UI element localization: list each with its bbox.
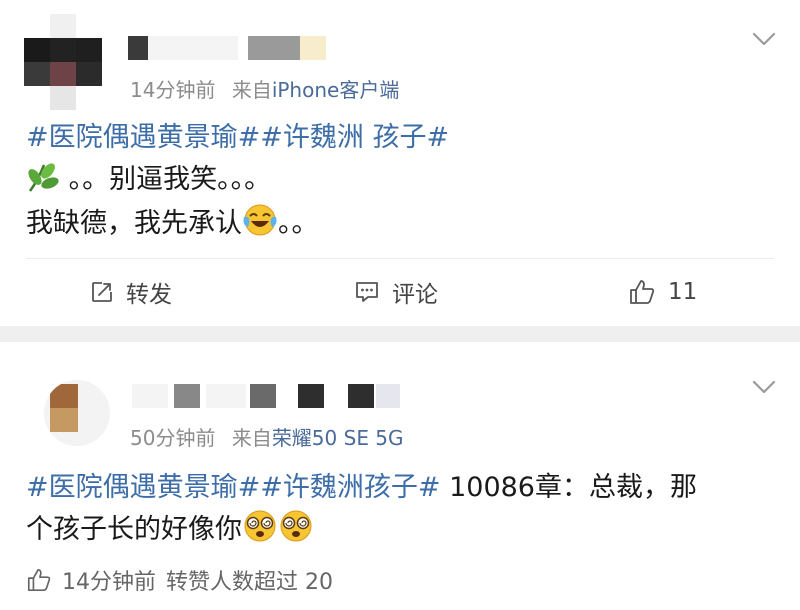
username-obscured[interactable] <box>128 36 328 62</box>
post-source[interactable]: 荣耀50 SE 5G <box>272 426 404 450</box>
post-time: 50分钟前 <box>130 426 216 450</box>
comment-button[interactable]: 评论 <box>354 276 438 308</box>
divider <box>26 258 774 259</box>
thumbs-up-icon <box>27 568 51 592</box>
post-from-label: 来自 <box>231 78 272 102</box>
hashtag-link[interactable]: #医院偶遇黄景瑜##许魏洲 孩子# <box>26 122 449 153</box>
herb-emoji <box>28 163 59 192</box>
body-text: 。。别逼我笑。。。 <box>68 164 272 195</box>
dizzy-face-emoji <box>280 510 312 542</box>
thumbs-up-icon <box>630 280 655 304</box>
like-count: 11 <box>668 279 698 305</box>
repost-label: 转发 <box>126 282 172 308</box>
likes-summary[interactable]: 14分钟前 转赞人数超过 20 <box>26 564 333 596</box>
post-meta: 50分钟前 来自荣耀50 SE 5G <box>130 422 404 451</box>
body-text: 个孩子长的好像你 <box>26 514 242 545</box>
body-text: 我缺德，我先承认 <box>26 208 242 239</box>
likes-text: 转赞人数超过 20 <box>166 570 333 595</box>
dizzy-face-emoji <box>244 510 276 542</box>
weibo-post-2: 50分钟前 来自荣耀50 SE 5G #医院偶遇黄景瑜##许魏洲孩子# 1008… <box>0 342 800 610</box>
likes-time: 14分钟前 <box>62 570 156 595</box>
avatar[interactable] <box>24 14 102 110</box>
post-body-line-1: #医院偶遇黄景瑜##许魏洲孩子# 10086章：总裁，那 <box>26 466 697 510</box>
post-from-label: 来自 <box>231 426 272 450</box>
weibo-post-1: 14分钟前 来自iPhone客户端 #医院偶遇黄景瑜##许魏洲 孩子# 。。别逼… <box>0 0 800 326</box>
repost-icon <box>92 282 112 302</box>
repost-button[interactable]: 转发 <box>90 276 172 308</box>
hashtag-link[interactable]: #医院偶遇黄景瑜##许魏洲孩子# <box>26 472 441 503</box>
comment-icon <box>356 282 378 302</box>
post-body-line-2: 我缺德，我先承认 。。 <box>26 202 319 246</box>
body-text: 。。 <box>278 208 319 239</box>
feed-separator <box>0 326 800 342</box>
chevron-down-icon[interactable] <box>752 32 776 46</box>
avatar[interactable] <box>44 380 110 446</box>
body-text: 10086章：总裁，那 <box>440 472 697 503</box>
post-body-line-2: 个孩子长的好像你 <box>26 508 314 552</box>
post-time: 14分钟前 <box>130 78 216 102</box>
username-obscured[interactable] <box>132 384 400 410</box>
chevron-down-icon[interactable] <box>752 380 776 394</box>
like-button[interactable]: 11 <box>628 276 697 308</box>
post-source[interactable]: iPhone客户端 <box>272 78 400 102</box>
post-hashtags[interactable]: #医院偶遇黄景瑜##许魏洲 孩子# <box>26 116 449 160</box>
comment-label: 评论 <box>392 282 438 308</box>
laughing-crying-emoji <box>243 204 277 236</box>
post-meta: 14分钟前 来自iPhone客户端 <box>130 74 399 103</box>
post-body-line-1: 。。别逼我笑。。。 <box>26 158 271 202</box>
